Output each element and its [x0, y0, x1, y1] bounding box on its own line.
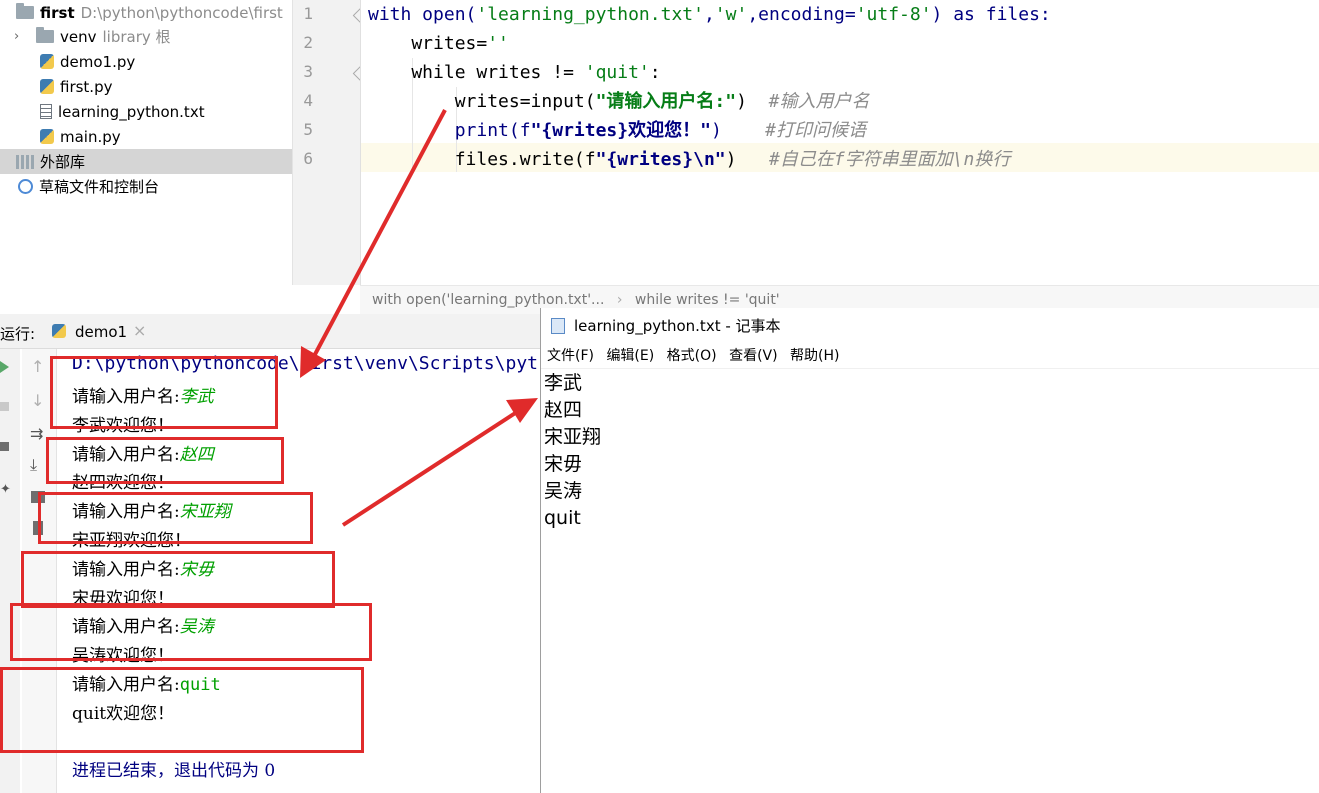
python-file-icon: [40, 79, 54, 94]
code-line-2: writes='': [368, 33, 509, 54]
python-file-icon: [40, 129, 54, 144]
annotation-box: [21, 551, 335, 608]
scroll-to-end-icon[interactable]: ⤓: [30, 455, 37, 475]
tree-root-first[interactable]: first D:\python\pythoncode\first: [0, 0, 292, 25]
annotation-box: [46, 437, 284, 484]
notepad-window: learning_python.txt - 记事本 文件(F) 编辑(E) 格式…: [540, 308, 1319, 793]
root-name: first: [40, 3, 75, 22]
annotation-box: [50, 356, 278, 429]
folder-icon: [36, 27, 54, 43]
text-line: 宋亚翔: [544, 426, 602, 448]
chevron-right-icon: ›: [616, 292, 623, 308]
stop-icon[interactable]: [0, 402, 9, 411]
tree-item-external-libraries[interactable]: 外部库: [0, 149, 292, 174]
soft-wrap-icon[interactable]: ⇉: [30, 424, 43, 443]
text-line: 李武: [544, 372, 583, 394]
line-number: 5: [303, 120, 313, 139]
annotation-box: [38, 492, 313, 544]
menu-help[interactable]: 帮助(H): [790, 348, 839, 364]
text-line: 宋毋: [544, 453, 583, 475]
code-line-5: print(f"{writes}欢迎您！") #打印问候语: [368, 120, 866, 141]
notepad-menubar: 文件(F) 编辑(E) 格式(O) 查看(V) 帮助(H): [541, 344, 1319, 369]
root-path: D:\python\pythoncode\first: [80, 3, 283, 22]
notepad-icon: [551, 318, 565, 334]
run-tab-demo1[interactable]: demo1: [75, 323, 127, 341]
tree-item-label: main.py: [60, 127, 121, 146]
code-line-6: files.write(f"{writes}\n") #自己在f字符串里面加\n…: [368, 149, 1011, 170]
tree-item-scratches[interactable]: 草稿文件和控制台: [0, 174, 292, 199]
library-icon: [16, 154, 34, 169]
tree-item-label: 草稿文件和控制台: [39, 178, 160, 196]
line-number: 2: [303, 33, 313, 52]
project-panel: first D:\python\pythoncode\first › venv …: [0, 0, 292, 313]
tree-item-main[interactable]: main.py: [0, 124, 292, 149]
code-line-3: while writes != 'quit':: [368, 62, 661, 83]
tree-item-demo1[interactable]: demo1.py: [0, 49, 292, 74]
code-editor[interactable]: with open('learning_python.txt','w',enco…: [360, 0, 1319, 285]
python-file-icon: [52, 324, 66, 338]
menu-edit[interactable]: 编辑(E): [606, 348, 654, 364]
annotation-box: [10, 603, 372, 661]
code-line-1: with open('learning_python.txt','w',enco…: [368, 4, 1051, 25]
breadcrumb-item[interactable]: while writes != 'quit': [635, 292, 780, 308]
tree-item-first[interactable]: first.py: [0, 74, 292, 99]
tree-item-learning-python[interactable]: learning_python.txt: [0, 99, 292, 124]
tree-item-label: 外部库: [40, 153, 86, 171]
tree-item-label: demo1.py: [60, 52, 136, 71]
run-tool-header: 运行: demo1 ×: [0, 314, 540, 349]
tree-item-label: learning_python.txt: [58, 102, 205, 121]
run-label: 运行:: [0, 325, 36, 343]
text-file-icon: [40, 104, 52, 119]
rerun-icon[interactable]: [0, 361, 9, 373]
scratch-icon: [18, 179, 33, 194]
notepad-title: learning_python.txt - 记事本: [574, 317, 781, 335]
layout-icon[interactable]: [0, 442, 9, 451]
python-file-icon: [40, 54, 54, 69]
line-number: 6: [303, 149, 313, 168]
tree-item-label: venv: [60, 27, 97, 46]
chevron-right-icon[interactable]: ›: [14, 29, 28, 44]
console-exit-message: 进程已结束，退出代码为 0: [72, 761, 276, 781]
close-icon[interactable]: ×: [133, 321, 146, 340]
text-line: 赵四: [544, 399, 583, 421]
menu-file[interactable]: 文件(F): [547, 348, 594, 364]
arrow-down-icon[interactable]: ↓: [31, 391, 44, 410]
line-number: 4: [303, 91, 313, 110]
tree-item-label: first.py: [60, 77, 113, 96]
folder-icon: [16, 3, 34, 19]
menu-format[interactable]: 格式(O): [667, 348, 717, 364]
breadcrumb-item[interactable]: with open('learning_python.txt'...: [372, 292, 604, 308]
text-line: quit: [544, 507, 581, 529]
annotation-box: [0, 667, 364, 753]
editor-gutter: 1 2 3 4 5 6: [292, 0, 393, 285]
code-line-4: writes=input("请输入用户名:") #输入用户名: [368, 91, 870, 112]
menu-view[interactable]: 查看(V): [729, 348, 778, 364]
arrow-up-icon[interactable]: ↑: [31, 357, 44, 376]
pin-icon[interactable]: ✦: [0, 482, 11, 497]
line-number: 3: [303, 62, 313, 81]
line-number: 1: [303, 4, 313, 23]
tree-item-venv[interactable]: › venv library 根: [0, 24, 292, 49]
notepad-text-area[interactable]: 李武 赵四 宋亚翔 宋毋 吴涛 quit: [544, 370, 601, 532]
notepad-titlebar: learning_python.txt - 记事本: [541, 308, 1319, 344]
tree-item-suffix: library 根: [102, 28, 171, 46]
text-line: 吴涛: [544, 480, 583, 502]
